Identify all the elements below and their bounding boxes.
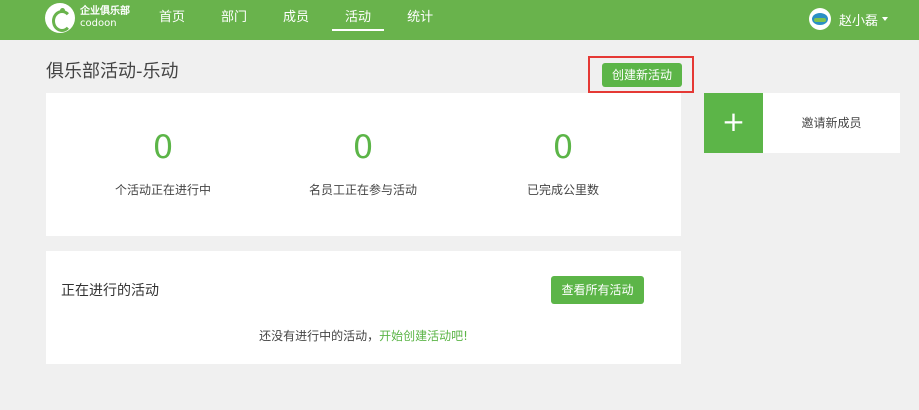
ongoing-activities-card: 正在进行的活动 查看所有活动 还没有进行中的活动，开始创建活动吧! [46,251,681,364]
codoon-logo-icon [45,3,75,33]
nav-item-departments[interactable]: 部门 [208,0,260,40]
stat-label: 个活动正在进行中 [114,183,211,197]
top-nav-bar: 企业俱乐部 codoon 首页 部门 成员 活动 统计 赵小磊 [0,0,919,40]
brand-line1: 企业俱乐部 [80,6,130,17]
ongoing-activities-title: 正在进行的活动 [61,283,159,299]
stat-value: 0 [552,128,574,166]
brand-logo[interactable]: 企业俱乐部 codoon [45,3,130,33]
stat-participating-employees: 0 名员工正在参与活动 [263,127,463,198]
avatar [809,8,831,30]
user-name: 赵小磊 [839,13,879,29]
view-all-activities-button[interactable]: 查看所有活动 [551,276,644,304]
stat-label: 名员工正在参与活动 [308,183,417,197]
empty-state-text: 还没有进行中的活动， [259,329,380,343]
stat-active-activities: 0 个活动正在进行中 [63,127,263,198]
nav-item-members[interactable]: 成员 [270,0,322,40]
stats-card: 0 个活动正在进行中 0 名员工正在参与活动 0 已完成公里数 [46,93,681,236]
caret-down-icon [882,17,889,21]
invite-member-card[interactable]: + 邀请新成员 [704,93,900,153]
empty-state-message: 还没有进行中的活动，开始创建活动吧! [46,327,681,344]
create-button-highlight: 创建新活动 [588,56,694,93]
stat-value: 0 [352,128,374,166]
plus-icon: + [704,93,763,153]
start-create-activity-link[interactable]: 开始创建活动吧! [379,329,468,343]
invite-member-label: 邀请新成员 [801,116,862,130]
brand-text: 企业俱乐部 codoon [80,6,130,30]
user-menu[interactable]: 赵小磊 [809,8,889,30]
brand-line2: codoon [80,18,117,29]
stat-label: 已完成公里数 [526,183,599,197]
nav-item-activities[interactable]: 活动 [332,0,385,40]
page-title: 俱乐部活动-乐动 [46,61,179,82]
nav-item-home[interactable]: 首页 [146,0,198,40]
main-nav: 首页 部门 成员 活动 统计 [146,0,456,40]
stat-completed-km: 0 已完成公里数 [463,127,663,198]
nav-item-statistics[interactable]: 统计 [394,0,446,40]
stat-value: 0 [152,128,174,166]
create-activity-button[interactable]: 创建新活动 [602,63,682,87]
